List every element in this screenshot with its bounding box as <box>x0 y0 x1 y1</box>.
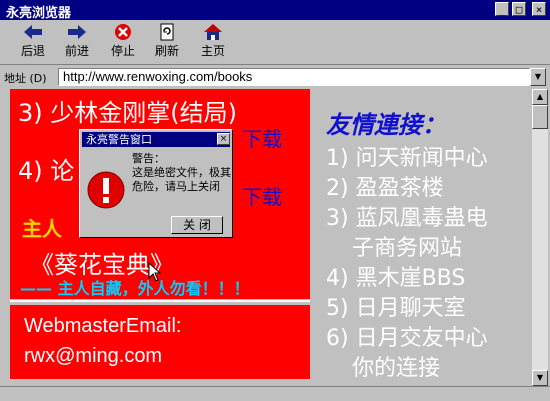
forward-label: 前进 <box>64 44 89 58</box>
stop-icon <box>115 24 131 40</box>
download-link-1[interactable]: 下载 <box>242 123 282 152</box>
friend-link-continued[interactable]: 你的连接 <box>326 354 532 384</box>
friend-links-title: 友情連接： <box>326 111 446 139</box>
back-button[interactable]: 后退 <box>14 23 52 61</box>
warning-dialog: 永亮警告窗口 × 警告： 这是绝密文件，极其危险，请马上关闭 关 闭 <box>79 129 233 238</box>
friend-link-continued[interactable]: 子商务网站 <box>326 234 532 264</box>
title-bar: 永亮浏览器 _ □ × <box>0 0 550 21</box>
refresh-label: 刷新 <box>154 44 179 58</box>
minimize-button[interactable]: _ <box>495 2 509 16</box>
divider <box>10 300 310 302</box>
status-bar <box>0 386 550 401</box>
error-icon <box>87 171 125 209</box>
home-button[interactable]: 主页 <box>194 23 232 61</box>
owner-note: —— 主人自藏，外人勿看！！！ <box>20 279 250 298</box>
refresh-button[interactable]: 刷新 <box>148 23 186 61</box>
home-icon <box>204 24 222 40</box>
friend-link[interactable]: 5) 日月聊天室 <box>326 294 532 324</box>
browser-window: 永亮浏览器 _ □ × 后退 前进 停止 刷新 主页 地址 (D) http:/… <box>0 0 550 401</box>
cursor-icon <box>148 262 162 282</box>
dialog-title: 永亮警告窗口 <box>82 132 230 147</box>
friend-links: 友情連接： 1) 问天新闻中心 2) 盈盈茶楼 3) 蓝凤凰毒蛊电 子商务网站 … <box>326 105 532 384</box>
friend-link[interactable]: 6) 日月交友中心 <box>326 324 532 354</box>
window-title: 永亮浏览器 <box>6 6 72 21</box>
close-button[interactable]: × <box>532 2 546 16</box>
forward-button[interactable]: 前进 <box>58 23 96 61</box>
friend-link[interactable]: 4) 黑木崖BBS <box>326 264 532 294</box>
address-input[interactable]: http://www.renwoxing.com/books <box>58 68 530 86</box>
book-item-4[interactable]: 4) 论 <box>18 151 74 186</box>
dialog-close-action-button[interactable]: 关 闭 <box>171 216 223 234</box>
email-label: WebmasterEmail: <box>24 315 182 337</box>
address-dropdown-button[interactable]: ▼ <box>530 68 546 86</box>
dialog-message: 警告： 这是绝密文件，极其危险，请马上关闭 <box>132 152 232 194</box>
friend-link[interactable]: 3) 蓝凤凰毒蛊电 <box>326 204 532 234</box>
email-panel: WebmasterEmail: rwx@ming.com <box>10 305 310 379</box>
address-label: 地址 (D) <box>4 72 47 85</box>
stop-button[interactable]: 停止 <box>104 23 142 61</box>
scroll-thumb[interactable] <box>532 105 548 129</box>
email-link[interactable]: rwx@ming.com <box>24 345 162 368</box>
book-item-3[interactable]: 3) 少林金刚掌(结局) <box>18 93 237 128</box>
home-label: 主页 <box>200 44 225 58</box>
dialog-message-body: 这是绝密文件，极其危险，请马上关闭 <box>132 166 231 193</box>
back-label: 后退 <box>20 44 45 58</box>
owner-label: 主人 <box>22 217 62 241</box>
maximize-button[interactable]: □ <box>512 2 526 16</box>
friend-link[interactable]: 1) 问天新闻中心 <box>326 144 532 174</box>
back-arrow-icon <box>24 25 42 39</box>
download-link-2[interactable]: 下载 <box>242 181 282 210</box>
vertical-scrollbar[interactable]: ▲ ▼ <box>532 89 548 386</box>
address-bar: 地址 (D) http://www.renwoxing.com/books ▼ <box>0 66 550 88</box>
friend-link[interactable]: 2) 盈盈茶楼 <box>326 174 532 204</box>
refresh-icon <box>160 23 174 41</box>
dialog-close-button[interactable]: × <box>217 133 230 145</box>
scroll-down-button[interactable]: ▼ <box>532 370 548 386</box>
dialog-message-head: 警告： <box>132 152 165 165</box>
toolbar: 后退 前进 停止 刷新 主页 <box>0 20 550 65</box>
scroll-up-button[interactable]: ▲ <box>532 89 548 105</box>
forward-arrow-icon <box>68 25 86 39</box>
stop-label: 停止 <box>110 44 135 58</box>
